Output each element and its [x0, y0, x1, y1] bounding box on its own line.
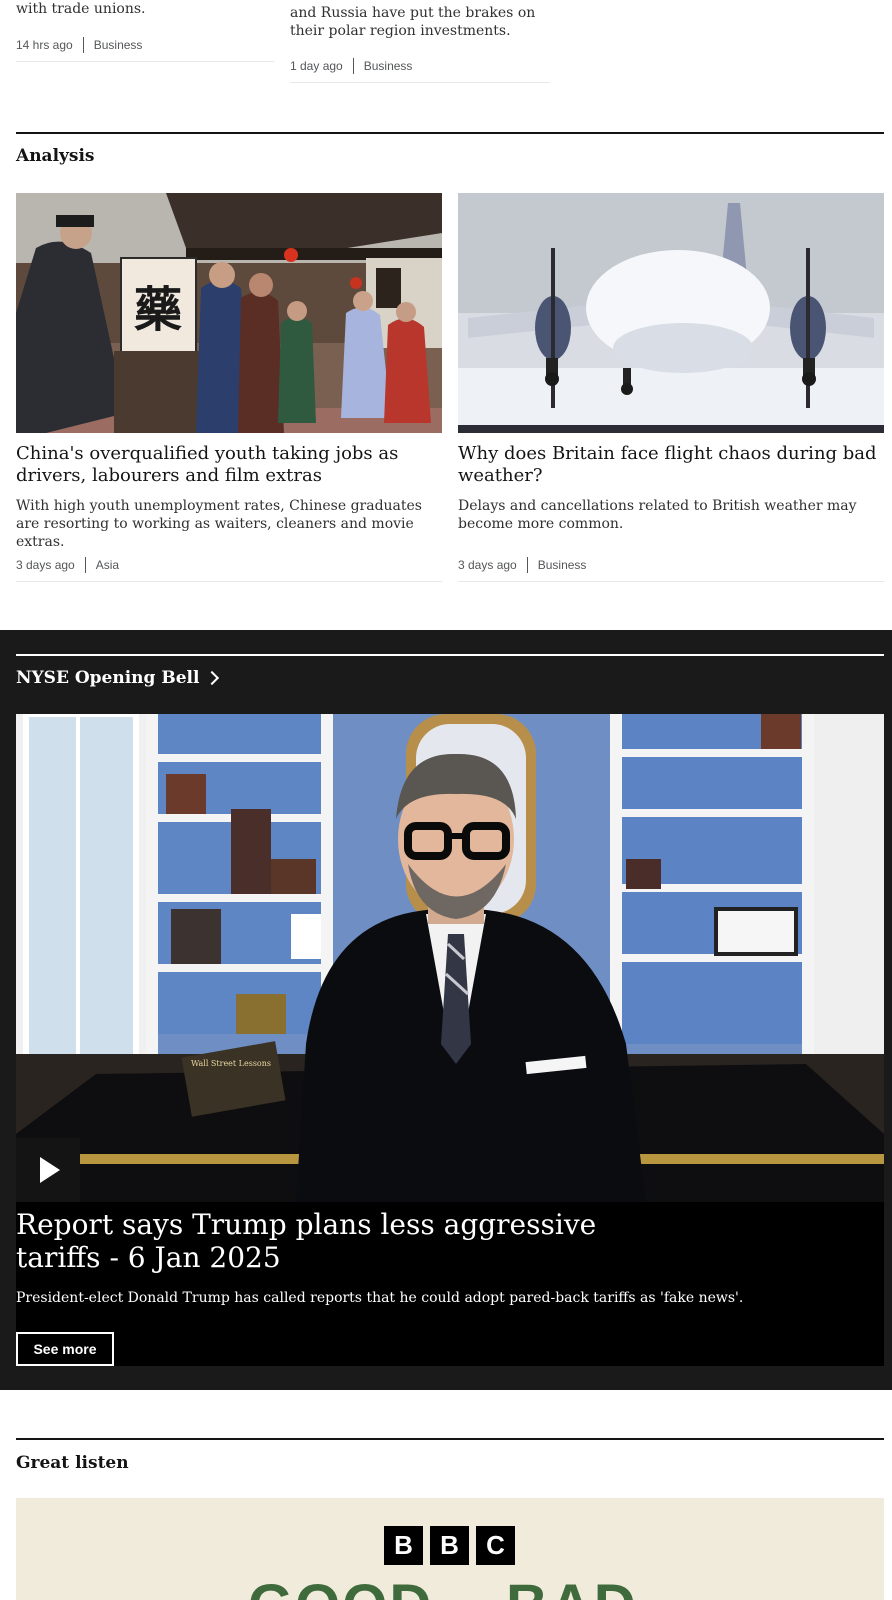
podcast-title-left: GOOD: [248, 1572, 433, 1600]
section-rule: [16, 132, 884, 134]
play-icon: [40, 1157, 60, 1183]
category-link[interactable]: Business: [364, 59, 413, 73]
card-meta: 3 days ago Asia: [16, 557, 119, 573]
podcast-promo[interactable]: B B C GOOD BAD: [16, 1498, 884, 1600]
video-summary: President-elect Donald Trump has called …: [16, 1290, 744, 1306]
section-title-analysis: Analysis: [16, 146, 95, 166]
card-meta: 14 hrs ago Business: [16, 37, 142, 53]
card-summary-line: and Russia have put the brakes on: [290, 5, 536, 21]
card-summary: with trade unions.: [16, 1, 146, 17]
card-headline[interactable]: China's overqualified youth taking jobs …: [16, 443, 442, 487]
section-title-text: NYSE Opening Bell: [16, 668, 200, 688]
category-link[interactable]: Asia: [96, 558, 119, 572]
timestamp: 14 hrs ago: [16, 38, 73, 52]
category-link[interactable]: Business: [94, 38, 143, 52]
video-thumbnail[interactable]: Wall Street Lessons: [16, 714, 884, 1202]
section-title-nyse[interactable]: NYSE Opening Bell: [16, 668, 220, 688]
play-button[interactable]: [16, 1138, 80, 1202]
meta-divider: [526, 557, 528, 573]
card-meta: 3 days ago Business: [458, 557, 586, 573]
analysis-card-flight[interactable]: Why does Britain face flight chaos durin…: [458, 193, 884, 573]
chevron-right-icon: [205, 670, 220, 686]
timestamp: 1 day ago: [290, 59, 343, 73]
shop-sign-char: 藥: [134, 282, 182, 338]
card-headline[interactable]: Why does Britain face flight chaos durin…: [458, 443, 884, 487]
card-meta: 1 day ago Business: [290, 58, 412, 74]
card-divider: [16, 581, 442, 582]
timestamp: 3 days ago: [458, 558, 517, 572]
video-headline[interactable]: Report says Trump plans less aggressive …: [16, 1208, 636, 1274]
category-link[interactable]: Business: [538, 558, 587, 572]
meta-divider: [84, 557, 86, 573]
section-rule: [16, 654, 884, 656]
section-rule: [16, 1438, 884, 1440]
book-title: Wall Street Lessons: [191, 1059, 271, 1068]
meta-divider: [352, 58, 354, 74]
china-street-illustration: 藥: [16, 193, 442, 433]
card-summary: With high youth unemployment rates, Chin…: [16, 498, 422, 550]
bbc-logo-block: B: [384, 1526, 423, 1565]
bbc-logo-block: B: [430, 1526, 469, 1565]
card-divider: [458, 581, 884, 582]
video-card[interactable]: Wall Street Lessons Report says Trump pl…: [16, 714, 884, 1366]
card-summary: Delays and cancellations related to Brit…: [458, 498, 857, 532]
video-thumbnail-illustration: Wall Street Lessons: [16, 714, 884, 1202]
section-title-great-listen: Great listen: [16, 1453, 129, 1473]
card-divider: [16, 61, 274, 62]
nyse-section: NYSE Opening Bell Wall Street Lessons Re…: [0, 630, 892, 1390]
snowy-airplane-illustration: [458, 193, 884, 433]
bbc-logo-block: C: [476, 1526, 515, 1565]
podcast-title-right: BAD: [506, 1572, 638, 1600]
card-divider: [290, 82, 550, 83]
china-street-image[interactable]: 藥: [16, 193, 442, 433]
card-summary-line: their polar region investments.: [290, 23, 511, 39]
bbc-logo: B B C: [384, 1526, 515, 1565]
meta-divider: [82, 37, 84, 53]
snowy-airplane-image[interactable]: [458, 193, 884, 433]
timestamp: 3 days ago: [16, 558, 75, 572]
analysis-card-china[interactable]: 藥 China's overqualified youth taking job…: [16, 193, 442, 573]
see-more-button[interactable]: See more: [16, 1332, 114, 1366]
